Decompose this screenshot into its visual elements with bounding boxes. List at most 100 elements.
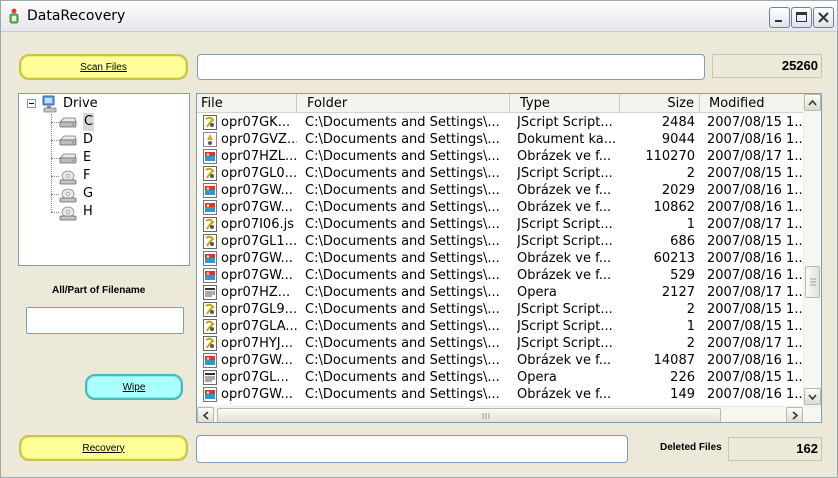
filename-filter-input[interactable] — [26, 307, 184, 334]
folder-cell: C:\Documents and Settings\... — [305, 183, 500, 198]
column-header-type[interactable]: Type — [510, 94, 620, 113]
size-cell: 9044 — [661, 132, 695, 147]
file-name-cell: opr07GW... — [221, 387, 293, 402]
deleted-files-label: Deleted Files — [660, 442, 722, 453]
table-row[interactable]: opr07GW... C:\Documents and Settings\... O… — [197, 182, 803, 199]
column-header-size[interactable]: Size — [620, 94, 700, 113]
table-row[interactable]: opr07GVZ... C:\Documents and Settings\...… — [197, 131, 803, 148]
table-row[interactable]: opr07GLA... C:\Documents and Settings\...… — [197, 318, 803, 335]
column-header-modified[interactable]: Modified — [700, 94, 803, 113]
wipe-button[interactable]: Wipe — [85, 374, 183, 400]
title-bar[interactable]: DataRecovery — [1, 1, 837, 32]
filename-filter-label: All/Part of Filename — [52, 285, 146, 296]
app-window: DataRecovery Scan Files 25260 Drive C D … — [0, 0, 838, 478]
table-row[interactable]: opr07GL... C:\Documents and Settings\... O… — [197, 369, 803, 386]
column-header-folder[interactable]: Folder — [297, 94, 510, 113]
modified-cell: 2007/08/16 1... — [707, 387, 803, 402]
size-cell: 1 — [686, 319, 695, 334]
tree-collapse-toggle[interactable] — [27, 99, 36, 108]
scan-files-button[interactable]: Scan Files — [19, 54, 188, 80]
size-cell: 2484 — [661, 115, 695, 130]
modified-cell: 2007/08/17 1... — [707, 149, 803, 164]
vertical-scrollbar[interactable] — [803, 94, 821, 406]
modified-cell: 2007/08/16 1... — [707, 251, 803, 266]
table-row[interactable]: opr07GL9... C:\Documents and Settings\...… — [197, 301, 803, 318]
size-cell: 686 — [670, 234, 695, 249]
app-icon — [9, 8, 19, 24]
scroll-down-button[interactable] — [804, 388, 821, 405]
table-row[interactable]: opr07GK... C:\Documents and Settings\... J… — [197, 114, 803, 131]
table-row[interactable]: opr07GW... C:\Documents and Settings\... O… — [197, 250, 803, 267]
recovery-label: Recovery — [82, 442, 125, 454]
table-row[interactable]: opr07HYJ... C:\Documents and Settings\...… — [197, 335, 803, 352]
type-cell: Opera — [517, 370, 557, 385]
tree-item-label: G — [83, 186, 94, 201]
vertical-scroll-thumb[interactable] — [805, 266, 820, 298]
recovery-path-field[interactable] — [196, 435, 628, 463]
maximize-icon — [796, 12, 807, 22]
file-name-cell: opr07GK... — [221, 115, 291, 130]
modified-cell: 2007/08/15 1... — [707, 166, 803, 181]
file-name-cell: opr07GW... — [221, 200, 293, 215]
horizontal-scroll-thumb[interactable] — [217, 408, 721, 422]
scan-path-field[interactable] — [197, 54, 705, 80]
size-cell: 1 — [686, 217, 695, 232]
modified-cell: 2007/08/17 1... — [707, 336, 803, 351]
table-row[interactable]: opr07HZ... C:\Documents and Settings\... O… — [197, 284, 803, 301]
modified-cell: 2007/08/17 1... — [707, 217, 803, 232]
scroll-up-button[interactable] — [804, 94, 821, 111]
modified-cell: 2007/08/15 1... — [707, 319, 803, 334]
folder-cell: C:\Documents and Settings\... — [305, 251, 500, 266]
file-list[interactable]: File Folder Type Size Modified opr07GK..… — [196, 93, 822, 423]
size-cell: 2 — [686, 166, 695, 181]
tree-item-label: F — [83, 168, 91, 183]
close-button[interactable] — [813, 7, 834, 28]
folder-cell: C:\Documents and Settings\... — [305, 268, 500, 283]
folder-cell: C:\Documents and Settings\... — [305, 302, 500, 317]
size-cell: 14087 — [653, 353, 695, 368]
file-name-cell: opr07HZ... — [221, 285, 291, 300]
file-name-cell: opr07GW... — [221, 183, 293, 198]
scroll-left-button[interactable] — [197, 407, 214, 422]
type-cell: Obrázek ve f... — [517, 353, 612, 368]
scroll-right-button[interactable] — [786, 407, 803, 422]
wipe-label: Wipe — [122, 381, 146, 393]
drive-tree[interactable]: Drive CDEFGH — [18, 93, 190, 266]
hard-drive-icon — [59, 133, 77, 153]
horizontal-scrollbar[interactable] — [197, 406, 821, 422]
recovery-button[interactable]: Recovery — [19, 435, 188, 461]
file-name-cell: opr07GL... — [221, 370, 289, 385]
folder-cell: C:\Documents and Settings\... — [305, 353, 500, 368]
computer-icon — [42, 95, 57, 113]
image-file-icon — [203, 183, 217, 198]
script-file-icon — [203, 115, 217, 130]
folder-cell: C:\Documents and Settings\... — [305, 115, 500, 130]
minimize-button[interactable] — [769, 7, 790, 28]
table-row[interactable]: opr07GW... C:\Documents and Settings\... O… — [197, 199, 803, 216]
column-header-file[interactable]: File — [197, 94, 297, 113]
type-cell: Obrázek ve f... — [517, 268, 612, 283]
folder-cell: C:\Documents and Settings\... — [305, 217, 500, 232]
table-row[interactable]: opr07GL1... C:\Documents and Settings\...… — [197, 233, 803, 250]
table-row[interactable]: opr07I06.js C:\Documents and Settings\...… — [197, 216, 803, 233]
table-row[interactable]: opr07GW... C:\Documents and Settings\... O… — [197, 352, 803, 369]
script-file-icon — [203, 302, 217, 317]
hard-drive-icon — [59, 115, 77, 135]
table-row[interactable]: opr07GW... C:\Documents and Settings\... O… — [197, 267, 803, 284]
folder-cell: C:\Documents and Settings\... — [305, 132, 500, 147]
size-cell: 60213 — [653, 251, 695, 266]
folder-cell: C:\Documents and Settings\... — [305, 285, 500, 300]
table-row[interactable]: opr07GW... C:\Documents and Settings\... O… — [197, 386, 803, 403]
table-row[interactable]: opr07GL0... C:\Documents and Settings\...… — [197, 165, 803, 182]
window-title: DataRecovery — [27, 8, 126, 24]
tree-item-label: E — [83, 150, 92, 165]
maximize-button[interactable] — [791, 7, 812, 28]
file-name-cell: opr07GLA... — [221, 319, 297, 334]
chevron-down-icon — [808, 394, 817, 401]
deleted-files-count: 162 — [728, 437, 822, 461]
table-row[interactable]: opr07HZL... C:\Documents and Settings\...… — [197, 148, 803, 165]
stylesheet-file-icon — [203, 132, 217, 147]
type-cell: JScript Script... — [517, 302, 613, 317]
scan-files-label: Scan Files — [80, 61, 127, 73]
type-cell: Obrázek ve f... — [517, 183, 612, 198]
